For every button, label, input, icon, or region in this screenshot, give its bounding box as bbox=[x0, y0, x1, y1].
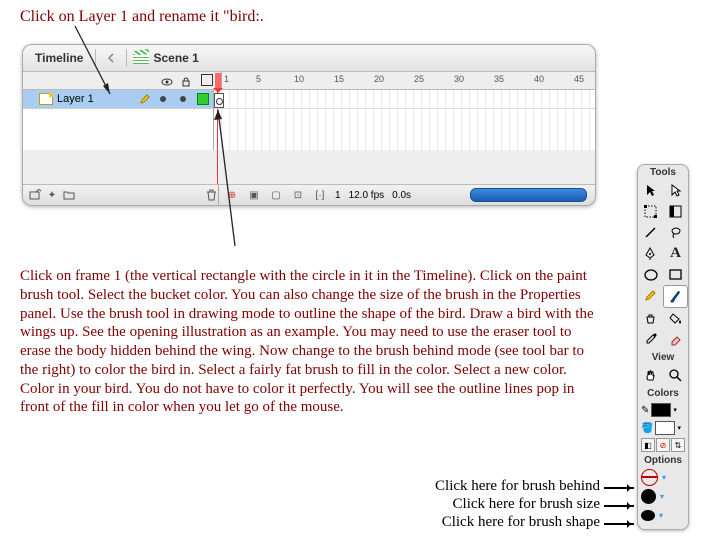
tools-title: Tools bbox=[638, 165, 688, 180]
tab-timeline[interactable]: Timeline bbox=[23, 46, 95, 71]
tick: 20 bbox=[374, 74, 384, 84]
dropdown-icon: ▾ bbox=[677, 424, 681, 432]
brush-tool[interactable] bbox=[663, 285, 688, 308]
eyedropper-tool[interactable] bbox=[638, 329, 663, 350]
fill-color-row[interactable]: 🪣▾ bbox=[638, 419, 688, 437]
outline-icon[interactable] bbox=[201, 74, 213, 86]
lock-icon[interactable] bbox=[181, 75, 191, 85]
edit-multiple-button[interactable]: ⊡ bbox=[291, 188, 305, 202]
time-label: 0.0s bbox=[392, 190, 411, 201]
tick: 35 bbox=[494, 74, 504, 84]
layer-name[interactable]: Layer 1 bbox=[57, 93, 137, 105]
eye-icon[interactable] bbox=[161, 75, 171, 85]
divider bbox=[95, 49, 96, 67]
current-frame: 1 bbox=[335, 190, 341, 201]
selection-tool[interactable] bbox=[638, 180, 663, 201]
no-color-button[interactable]: ⊘ bbox=[656, 438, 670, 452]
new-folder-button[interactable] bbox=[62, 188, 76, 202]
frame-ruler[interactable]: 1 5 10 15 20 25 30 35 40 45 bbox=[222, 72, 595, 89]
back-button[interactable] bbox=[102, 50, 120, 66]
pencil-tool[interactable] bbox=[638, 285, 663, 306]
new-layer-button[interactable] bbox=[28, 188, 42, 202]
dropdown-icon: ▾ bbox=[658, 491, 666, 503]
timeline-footer: ✦ ⊕ ▣ ▢ ⊡ [·] 1 12.0 fps 0.0s bbox=[23, 184, 595, 205]
dropdown-icon: ▾ bbox=[660, 472, 668, 484]
dropdown-icon: ▾ bbox=[673, 406, 677, 414]
tick: 1 bbox=[224, 74, 229, 84]
pencil-icon bbox=[140, 94, 150, 104]
ink-bottle-tool[interactable] bbox=[638, 308, 663, 329]
instruction-paragraph: Click on frame 1 (the vertical rectangle… bbox=[20, 267, 600, 417]
layer-column-header bbox=[23, 72, 222, 88]
brush-mode-option[interactable]: ▾ bbox=[638, 468, 688, 487]
hand-tool[interactable] bbox=[638, 365, 663, 386]
text-tool[interactable]: A bbox=[663, 243, 688, 264]
tick: 40 bbox=[534, 74, 544, 84]
layer-icon bbox=[39, 93, 53, 105]
marker-button[interactable]: [·] bbox=[313, 188, 327, 202]
options-title: Options bbox=[638, 453, 688, 468]
subselection-tool[interactable] bbox=[663, 180, 688, 201]
fps-label: 12.0 fps bbox=[349, 190, 385, 201]
timeline-panel: Timeline Scene 1 1 5 10 15 20 25 3 bbox=[22, 44, 596, 206]
oval-tool[interactable] bbox=[638, 264, 663, 285]
arrow-icon bbox=[604, 487, 634, 489]
layer-row[interactable]: Layer 1 bbox=[23, 90, 213, 109]
new-motion-button[interactable]: ✦ bbox=[45, 188, 59, 202]
timeline-header: Timeline Scene 1 bbox=[23, 45, 595, 72]
brush-size-option[interactable]: ▾ bbox=[638, 487, 688, 506]
brush-shape-icon bbox=[641, 510, 655, 521]
rectangle-tool[interactable] bbox=[663, 264, 688, 285]
tick: 25 bbox=[414, 74, 424, 84]
arrow-icon bbox=[604, 523, 634, 525]
label-brush-behind: Click here for brush behind bbox=[400, 478, 600, 495]
pen-tool[interactable] bbox=[638, 243, 663, 264]
playhead[interactable] bbox=[215, 73, 221, 90]
dropdown-icon: ▾ bbox=[657, 510, 665, 522]
onion-outline-button[interactable]: ▢ bbox=[269, 188, 283, 202]
center-frame-button[interactable]: ⊕ bbox=[225, 188, 239, 202]
arrow-icon bbox=[604, 505, 634, 507]
view-title: View bbox=[638, 350, 688, 365]
clapper-icon bbox=[133, 52, 149, 64]
scene-indicator[interactable]: Scene 1 bbox=[127, 51, 198, 65]
stroke-color-row[interactable]: ✎▾ bbox=[638, 401, 688, 419]
zoom-tool[interactable] bbox=[663, 365, 688, 386]
label-brush-size: Click here for brush size bbox=[400, 496, 600, 513]
instruction-top: Click on Layer 1 and rename it "bird:. bbox=[20, 8, 264, 26]
tick: 10 bbox=[294, 74, 304, 84]
colors-title: Colors bbox=[638, 386, 688, 401]
lasso-tool[interactable] bbox=[663, 222, 688, 243]
line-tool[interactable] bbox=[638, 222, 663, 243]
lock-dot[interactable] bbox=[180, 96, 186, 102]
layer-list: Layer 1 bbox=[23, 90, 214, 150]
frames-area[interactable] bbox=[214, 90, 595, 150]
paint-bucket-tool[interactable] bbox=[663, 308, 688, 329]
outline-color[interactable] bbox=[197, 93, 209, 105]
stroke-swatch[interactable] bbox=[651, 403, 671, 417]
brush-behind-icon bbox=[641, 469, 658, 486]
tools-panel: Tools A View Colors ✎▾ 🪣▾ ◧ bbox=[637, 164, 689, 530]
gradient-transform-tool[interactable] bbox=[663, 201, 688, 222]
bucket-icon: 🪣 bbox=[641, 423, 653, 434]
eraser-tool[interactable] bbox=[663, 329, 688, 350]
tick: 45 bbox=[574, 74, 584, 84]
scrollbar[interactable] bbox=[470, 188, 587, 202]
tick: 15 bbox=[334, 74, 344, 84]
tick: 5 bbox=[256, 74, 261, 84]
default-colors-button[interactable]: ◧ bbox=[641, 438, 655, 452]
brush-size-icon bbox=[641, 489, 656, 504]
scene-label: Scene 1 bbox=[153, 51, 198, 65]
delete-layer-button[interactable] bbox=[204, 188, 218, 202]
onion-skin-button[interactable]: ▣ bbox=[247, 188, 261, 202]
brush-shape-option[interactable]: ▾ bbox=[638, 506, 688, 529]
keyframe-1[interactable] bbox=[214, 93, 224, 108]
swap-colors-button[interactable]: ⇅ bbox=[671, 438, 685, 452]
visibility-dot[interactable] bbox=[160, 96, 166, 102]
free-transform-tool[interactable] bbox=[638, 201, 663, 222]
label-brush-shape: Click here for brush shape bbox=[400, 514, 600, 531]
pencil-icon: ✎ bbox=[641, 405, 649, 416]
tick: 30 bbox=[454, 74, 464, 84]
fill-swatch[interactable] bbox=[655, 421, 675, 435]
